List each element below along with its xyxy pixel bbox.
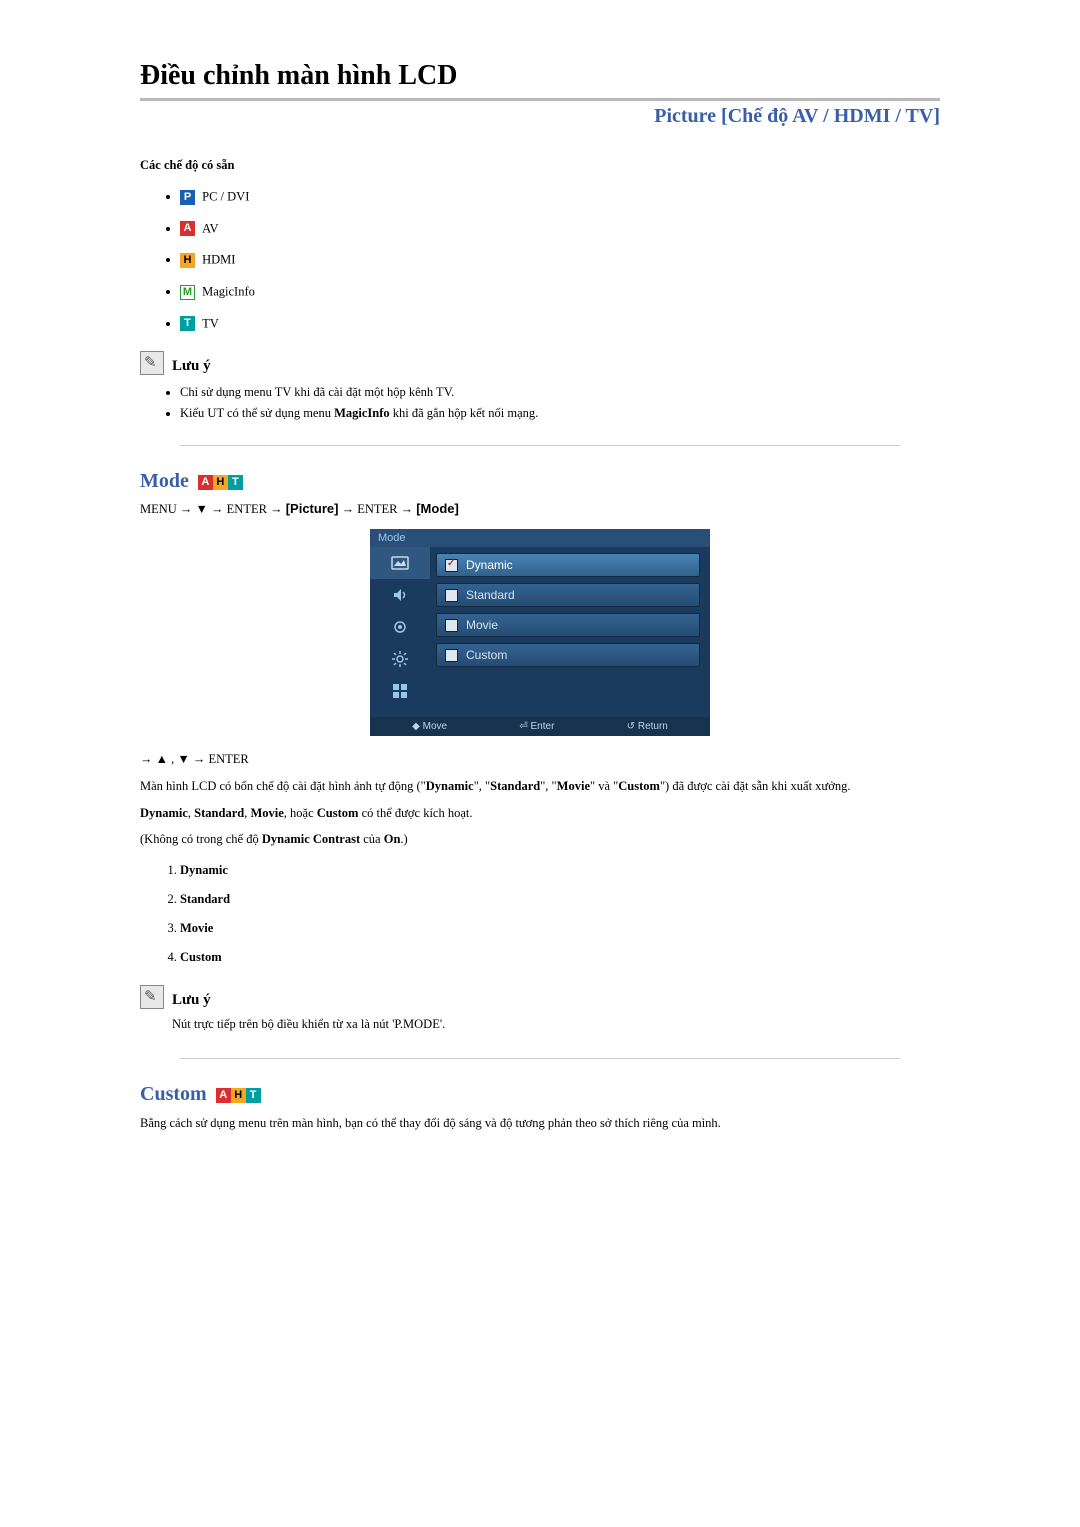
osd-item-standard[interactable]: Standard: [436, 583, 700, 607]
mode-badges: AHT: [198, 470, 243, 493]
mode-label: MagicInfo: [202, 285, 255, 299]
list-item: Dynamic: [180, 863, 940, 878]
osd-item-movie[interactable]: Movie: [436, 613, 700, 637]
mode-label: HDMI: [202, 253, 235, 267]
h-icon: H: [213, 475, 228, 490]
list-item: Standard: [180, 892, 940, 907]
h-icon: H: [180, 253, 195, 268]
note2-text: Nút trực tiếp trên bộ điều khiển từ xa l…: [172, 1015, 940, 1034]
osd-tab-picture[interactable]: [370, 547, 430, 579]
page-title: Điều chỉnh màn hình LCD: [140, 60, 940, 96]
custom-section-heading: Custom AHT: [140, 1083, 940, 1106]
t-icon: T: [180, 316, 195, 331]
osd-menu: Mode: [370, 529, 710, 736]
note-heading: Lưu ý: [172, 992, 211, 1008]
mode-para3: (Không có trong chế độ Dynamic Contrast …: [140, 830, 940, 849]
note-icon: [140, 985, 164, 1009]
custom-badges: AHT: [216, 1083, 261, 1106]
list-item: P PC / DVI: [180, 189, 940, 205]
mode-section-heading: Mode AHT: [140, 470, 940, 493]
section-heading: Picture [Chế độ AV / HDMI / TV]: [140, 105, 940, 128]
list-item: H HDMI: [180, 252, 940, 268]
osd-tab-sound[interactable]: [370, 579, 430, 611]
note-list: Chỉ sử dụng menu TV khi đã cài đặt một h…: [180, 385, 940, 421]
check-icon: [445, 649, 458, 662]
list-item: Movie: [180, 921, 940, 936]
mode-label: AV: [202, 221, 218, 235]
picture-icon: [390, 553, 410, 573]
t-icon: T: [246, 1088, 261, 1103]
custom-para: Bằng cách sử dụng menu trên màn hình, bạ…: [140, 1114, 940, 1133]
a-icon: A: [198, 475, 213, 490]
osd-footer: ◆ Move ⏎ Enter ↺ Return: [370, 717, 710, 736]
osd-header: Mode: [370, 529, 710, 547]
osd-item-custom[interactable]: Custom: [436, 643, 700, 667]
check-icon: [445, 589, 458, 602]
note-icon: [140, 351, 164, 375]
grid-icon: [391, 682, 409, 700]
osd-sidebar: [370, 547, 430, 717]
move-icon: ◆: [412, 721, 420, 732]
sound-icon: [391, 586, 409, 604]
list-item: Custom: [180, 950, 940, 965]
available-modes-list: P PC / DVI A AV H HDMI M MagicInfo T TV: [180, 189, 940, 331]
list-item: Kiểu UT có thể sử dụng menu MagicInfo kh…: [180, 406, 940, 421]
available-modes-heading: Các chế độ có sẵn: [140, 158, 940, 173]
menu-path: MENU → ▼ → ENTER → [Picture] → ENTER → […: [140, 501, 940, 517]
list-item: T TV: [180, 316, 940, 332]
mode-label: PC / DVI: [202, 190, 249, 204]
osd-tab-app[interactable]: [370, 675, 430, 707]
list-item: Chỉ sử dụng menu TV khi đã cài đặt một h…: [180, 385, 940, 400]
mode-para1: Màn hình LCD có bốn chế độ cài đặt hình …: [140, 777, 940, 796]
h-icon: H: [231, 1088, 246, 1103]
gear-icon: [391, 650, 409, 668]
osd-tab-setup[interactable]: [370, 611, 430, 643]
p-icon: P: [180, 190, 195, 205]
enter-icon: ⏎: [519, 721, 527, 732]
mode-para2: Dynamic, Standard, Movie, hoặc Custom có…: [140, 804, 940, 823]
list-item: A AV: [180, 221, 940, 237]
list-item: M MagicInfo: [180, 284, 940, 300]
m-icon: M: [180, 285, 195, 300]
check-icon: [445, 619, 458, 632]
a-icon: A: [216, 1088, 231, 1103]
osd-tab-settings[interactable]: [370, 643, 430, 675]
note-block: Lưu ý Chỉ sử dụng menu TV khi đã cài đặt…: [140, 351, 940, 421]
nav-step: → ▲ , ▼ → ENTER: [140, 750, 940, 769]
note-block: Lưu ý: [140, 985, 940, 1009]
mode-label: TV: [202, 316, 219, 330]
setup-icon: [391, 618, 409, 636]
check-icon: [445, 559, 458, 572]
osd-item-dynamic[interactable]: Dynamic: [436, 553, 700, 577]
t-icon: T: [228, 475, 243, 490]
mode-numbered-list: Dynamic Standard Movie Custom: [180, 863, 940, 965]
return-icon: ↺: [627, 721, 635, 732]
a-icon: A: [180, 221, 195, 236]
note-heading: Lưu ý: [172, 358, 211, 374]
